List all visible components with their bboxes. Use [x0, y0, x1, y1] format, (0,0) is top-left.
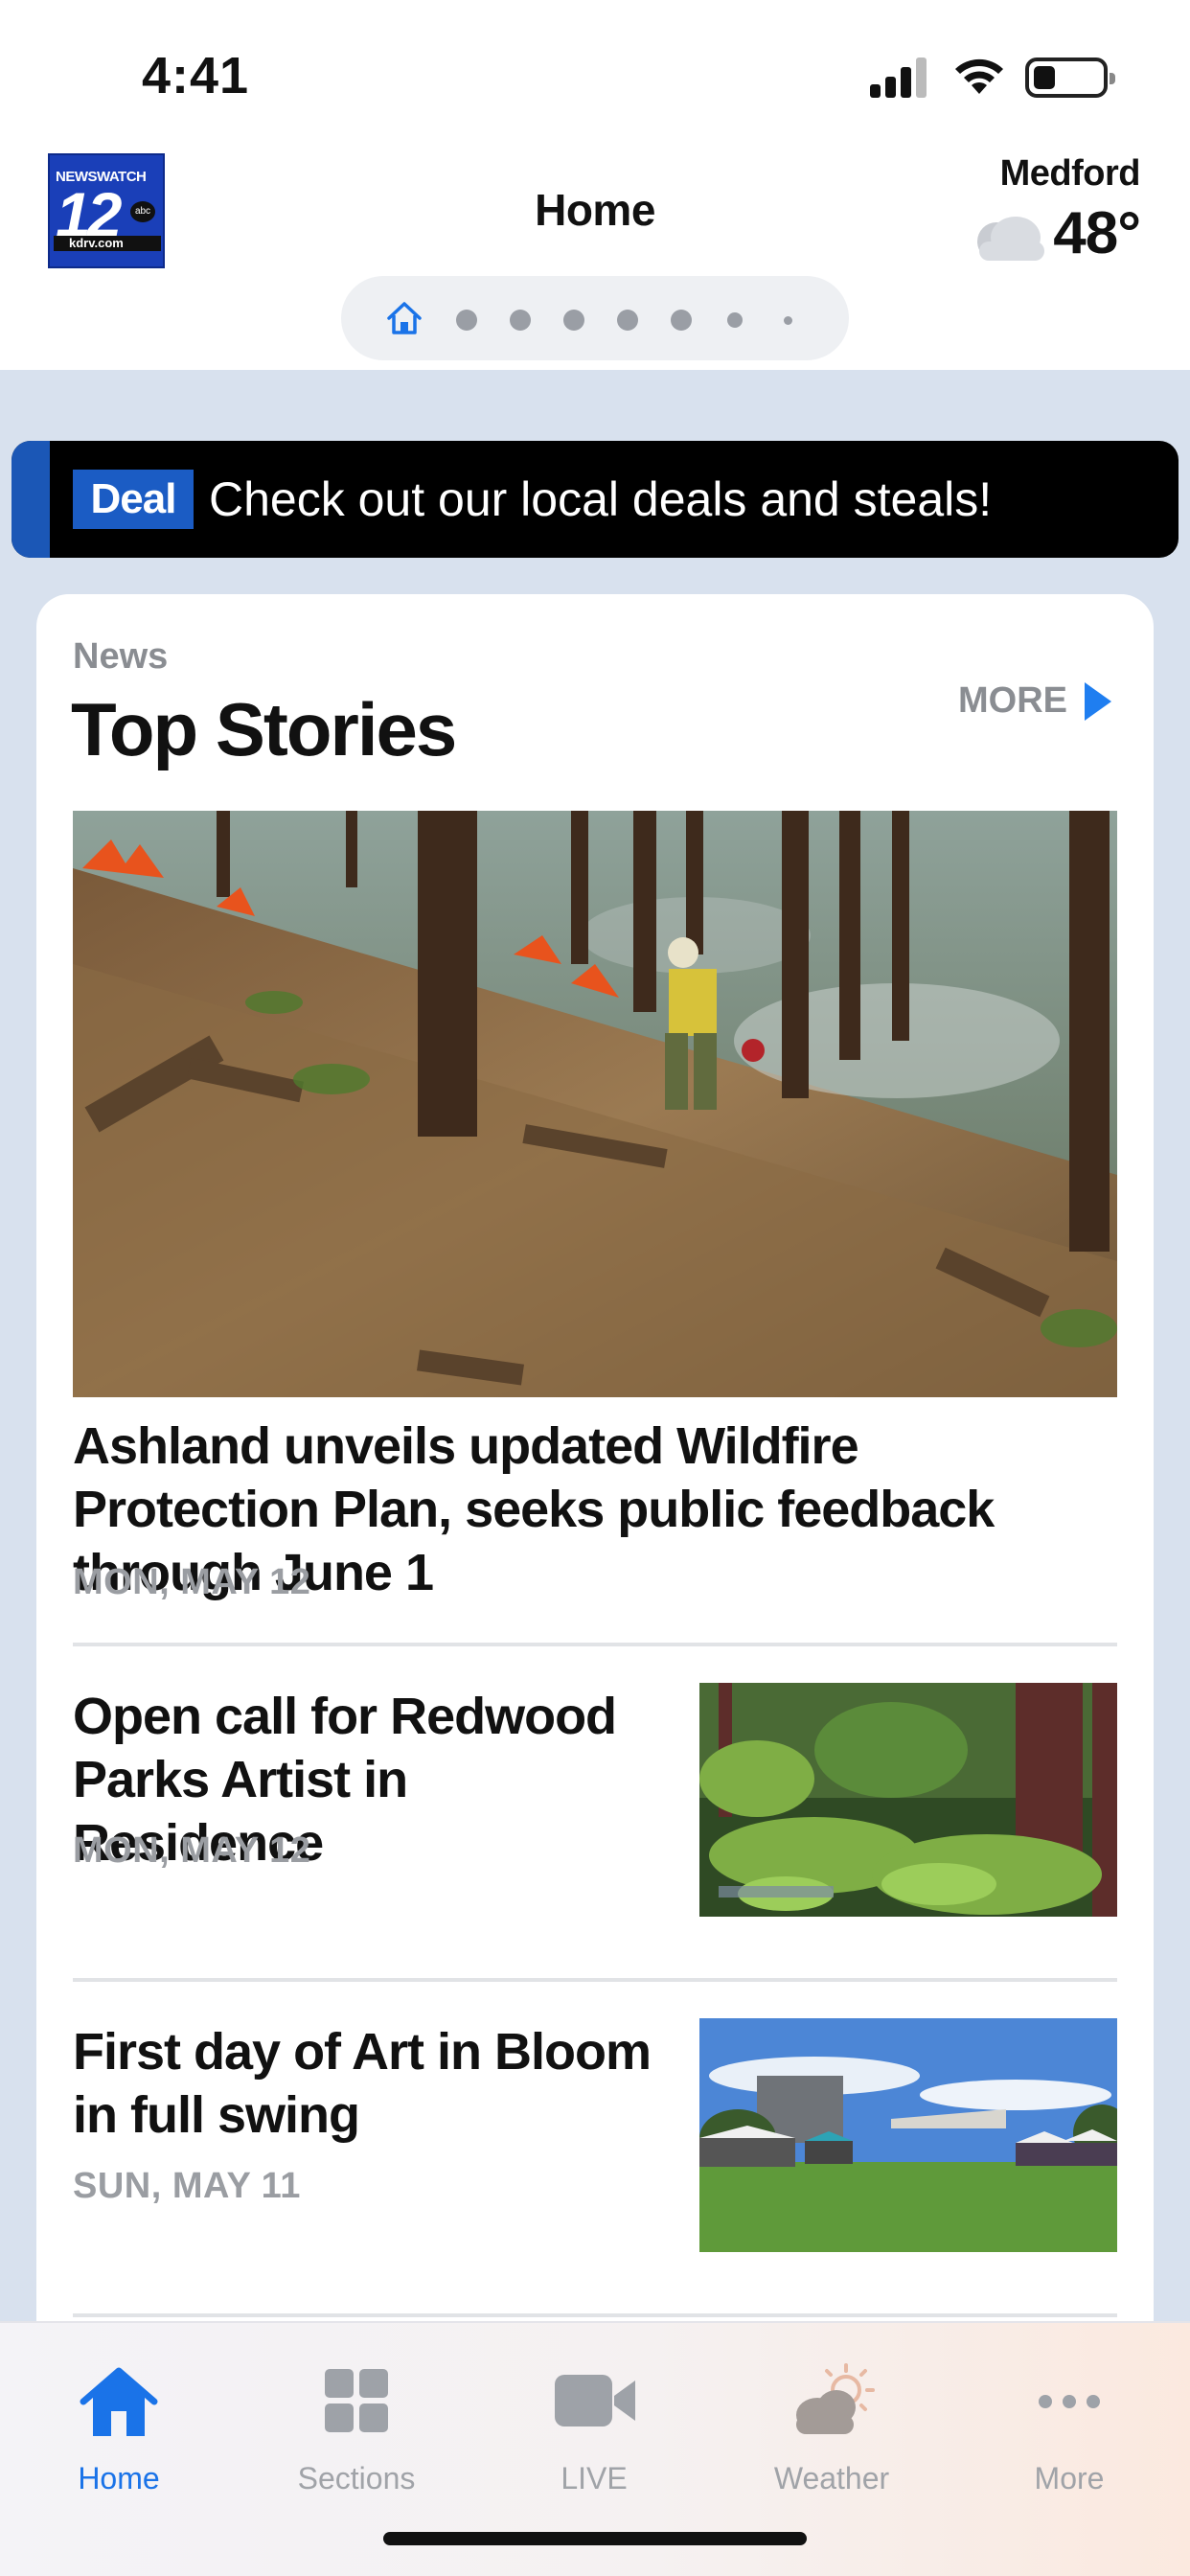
story-thumbnail[interactable]: [699, 2018, 1117, 2252]
deal-message: Check out our local deals and steals!: [209, 472, 993, 526]
section-kicker: News: [73, 636, 169, 677]
story-date: MON, MAY 12: [73, 1830, 311, 1871]
app-header: NEWSWATCH 12 abc kdrv.com Home Medford 4…: [0, 144, 1190, 370]
pager-dot[interactable]: [563, 310, 584, 331]
tab-label: More: [1034, 2461, 1105, 2496]
pager-dot[interactable]: [617, 310, 638, 331]
app-screen: 4:41 NEWSWATCH 12 abc kdrv.com Home Medf…: [0, 0, 1190, 2576]
tab-label: LIVE: [561, 2461, 628, 2496]
home-icon: [80, 2367, 158, 2436]
section-title: Top Stories: [71, 687, 457, 771]
top-stories-card: News Top Stories MORE Ashland unveils up…: [36, 594, 1154, 2576]
video-camera-icon: [555, 2375, 635, 2426]
tab-sections[interactable]: Sections: [238, 2346, 475, 2496]
featured-story-image[interactable]: [73, 811, 1117, 1397]
status-time: 4:41: [142, 47, 250, 104]
pager-dot[interactable]: [510, 310, 531, 331]
partly-cloudy-icon: [796, 2363, 875, 2434]
wifi-icon: [955, 58, 1003, 94]
story-thumbnail[interactable]: [699, 1683, 1117, 1917]
home-icon[interactable]: [385, 299, 423, 337]
story-headline[interactable]: First day of Art in Bloom in full swing: [73, 2020, 667, 2147]
tab-live[interactable]: LIVE: [475, 2346, 713, 2496]
story-divider: [73, 1643, 1117, 1646]
status-bar: 4:41: [0, 0, 1190, 144]
weather-city[interactable]: Medford: [1000, 153, 1141, 195]
pager-dot[interactable]: [727, 312, 743, 328]
more-button[interactable]: MORE: [958, 680, 1111, 722]
deal-badge: Deal: [73, 470, 194, 529]
more-dots-icon: [1039, 2395, 1100, 2408]
battery-icon: [1025, 58, 1115, 98]
tab-home[interactable]: Home: [0, 2346, 238, 2496]
home-indicator[interactable]: [383, 2532, 807, 2545]
tab-weather[interactable]: Weather: [713, 2346, 950, 2496]
tab-label: Sections: [297, 2461, 416, 2496]
more-label: MORE: [958, 680, 1067, 721]
featured-story-date: MON, MAY 12: [73, 1562, 311, 1602]
story-divider: [73, 1978, 1117, 1982]
grid-icon: [325, 2369, 388, 2432]
pager-dot[interactable]: [784, 316, 792, 325]
tab-label: Weather: [773, 2461, 890, 2496]
cellular-signal-icon: [870, 58, 927, 98]
tab-label: Home: [78, 2461, 160, 2496]
deal-accent-strip: [11, 441, 50, 558]
partly-cloudy-icon[interactable]: [970, 209, 1050, 266]
play-arrow-icon: [1085, 681, 1111, 721]
story-date: SUN, MAY 11: [73, 2166, 301, 2206]
pager-dot[interactable]: [456, 310, 477, 331]
story-divider: [73, 2313, 1117, 2317]
tab-more[interactable]: More: [950, 2346, 1188, 2496]
pager-dot[interactable]: [671, 310, 692, 331]
section-pager[interactable]: [341, 276, 849, 360]
logo-url: kdrv.com: [54, 236, 161, 251]
weather-temperature[interactable]: 48°: [1053, 199, 1141, 267]
deal-banner[interactable]: Deal Check out our local deals and steal…: [11, 441, 1179, 558]
